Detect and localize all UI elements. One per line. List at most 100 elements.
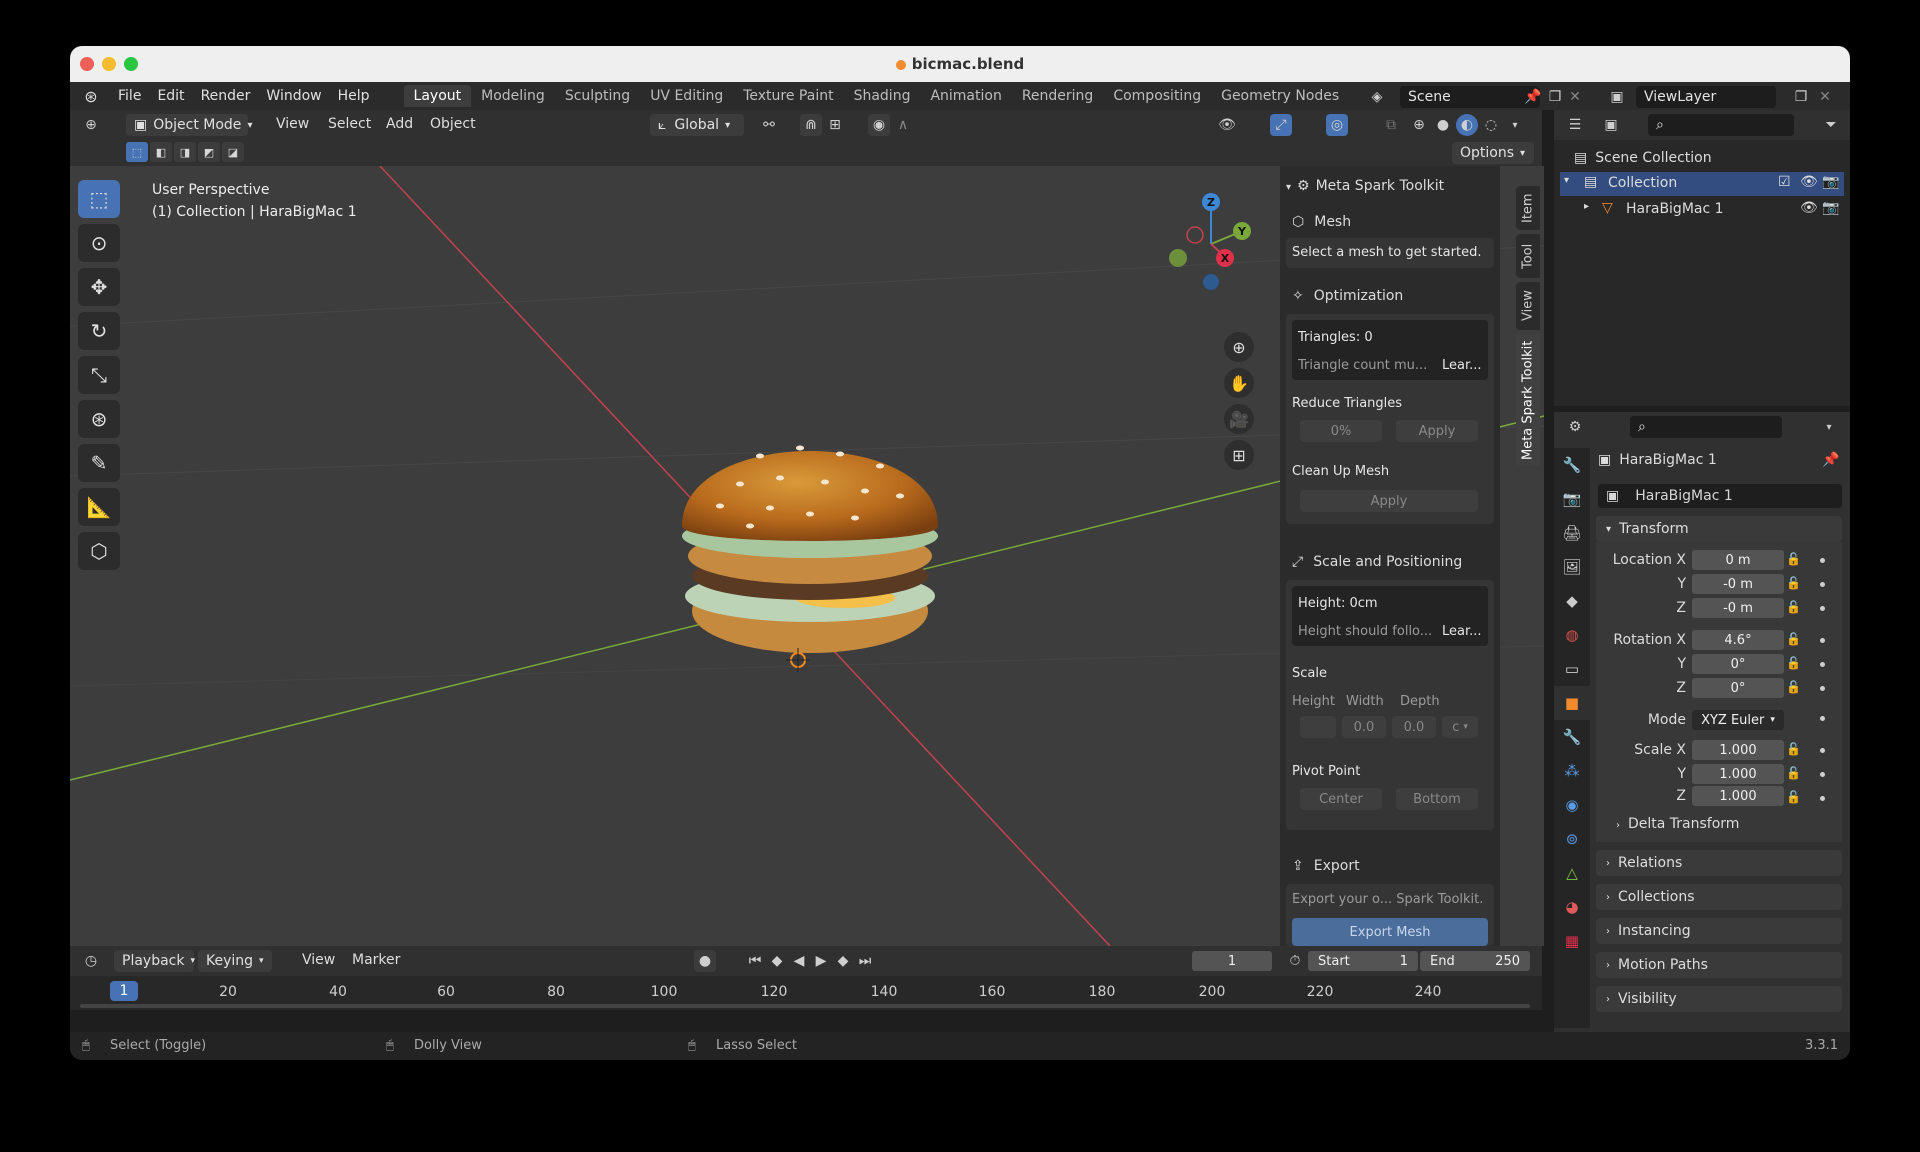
chevron-down-icon[interactable]: ▾ (1818, 416, 1840, 438)
blender-logo-icon[interactable]: ⊛ (80, 85, 102, 107)
select-invert-icon[interactable]: ◩ (198, 142, 220, 162)
keyframe-dot[interactable] (1820, 716, 1825, 721)
lock-icon[interactable]: 🔓 (1786, 790, 1801, 804)
instancing-panel-header[interactable]: › Instancing (1596, 918, 1842, 944)
eye-icon[interactable]: 👁 (1800, 200, 1818, 216)
scale-z-field[interactable]: 1.000 (1692, 786, 1784, 806)
pivot-center-button[interactable]: Center (1300, 788, 1382, 810)
lock-icon[interactable]: 🔓 (1786, 656, 1801, 670)
keyframe-dot[interactable] (1820, 686, 1825, 691)
camera-icon[interactable]: 📷 (1822, 200, 1839, 216)
checkbox-icon[interactable]: ☑ (1778, 174, 1791, 190)
start-frame-field[interactable]: Start 1 (1308, 951, 1418, 971)
tab-shading[interactable]: Shading (844, 85, 921, 107)
select-new-icon[interactable]: ⬚ (126, 142, 148, 162)
lock-icon[interactable]: 🔓 (1786, 576, 1801, 590)
lock-icon[interactable]: 🔓 (1786, 680, 1801, 694)
select-intersect-icon[interactable]: ◪ (222, 142, 244, 162)
burger-mesh[interactable] (650, 396, 970, 696)
outliner-search-input[interactable]: ⌕ (1648, 114, 1794, 136)
rotation-mode-dropdown[interactable]: XYZ Euler ▾ (1692, 710, 1784, 730)
prev-keyframe-icon[interactable]: ◆ (766, 950, 788, 972)
data-tab-icon[interactable]: △ (1554, 856, 1590, 890)
tab-rendering[interactable]: Rendering (1012, 85, 1104, 107)
transform-panel-header[interactable]: ▾ Transform (1596, 516, 1842, 542)
timeline-marker-menu[interactable]: Marker (352, 952, 400, 968)
tab-layout[interactable]: Layout (403, 85, 472, 107)
tab-sculpting[interactable]: Sculpting (555, 85, 640, 107)
zoom-icon[interactable]: ⊕ (1224, 332, 1254, 362)
keyframe-dot[interactable] (1820, 582, 1825, 587)
tab-compositing[interactable]: Compositing (1103, 85, 1211, 107)
camera-view-icon[interactable]: 🎥 (1224, 404, 1254, 434)
rendered-shading-icon[interactable]: ◌ (1480, 114, 1502, 136)
rotation-z-field[interactable]: 0° (1692, 678, 1784, 698)
scene-selector-icon[interactable]: ◈ (1366, 86, 1388, 108)
object-tab-icon[interactable]: ■ (1554, 686, 1590, 720)
end-frame-field[interactable]: End 250 (1420, 951, 1530, 971)
lock-icon[interactable]: 🔓 (1786, 632, 1801, 646)
outliner-scene-collection[interactable]: ▤ Scene Collection (1574, 150, 1712, 166)
mode-dropdown[interactable]: ▣ Object Mode ▾ (126, 114, 252, 136)
menu-view[interactable]: View (276, 116, 309, 132)
menu-window[interactable]: Window (258, 88, 329, 104)
menu-file[interactable]: File (110, 88, 149, 104)
playhead-marker[interactable]: 1 (110, 981, 138, 1001)
timeline-ruler[interactable]: 1 20 40 60 80 100 120 140 160 180 200 22… (70, 976, 1542, 1010)
collections-panel-header[interactable]: › Collections (1596, 884, 1842, 910)
select-subtract-icon[interactable]: ◨ (174, 142, 196, 162)
export-section-header[interactable]: ⇪ Export (1292, 858, 1494, 874)
menu-add[interactable]: Add (386, 116, 413, 132)
scale-width-field[interactable]: 0.0 (1342, 716, 1386, 738)
collection-tab-icon[interactable]: ▭ (1554, 652, 1590, 686)
scale-x-field[interactable]: 1.000 (1692, 740, 1784, 760)
view-layer-field[interactable]: ViewLayer (1636, 86, 1776, 108)
pivot-bottom-button[interactable]: Bottom (1396, 788, 1478, 810)
play-icon[interactable]: ▶ (810, 950, 832, 972)
timeline-type-icon[interactable]: ◷ (80, 950, 102, 972)
filter-icon[interactable]: ⏷ (1820, 114, 1842, 136)
outliner-object-row[interactable]: ▸ ▽ HaraBigMac 1 👁 📷 (1560, 198, 1844, 222)
visibility-panel-header[interactable]: › Visibility (1596, 986, 1842, 1012)
current-frame-field[interactable]: 1 (1192, 951, 1272, 971)
mesh-section-header[interactable]: ⬡ Mesh (1292, 214, 1494, 230)
tab-modeling[interactable]: Modeling (471, 85, 555, 107)
tab-uv-editing[interactable]: UV Editing (640, 85, 733, 107)
ortho-grid-icon[interactable]: ⊞ (1224, 440, 1254, 470)
lock-icon[interactable]: 🔓 (1786, 766, 1801, 780)
particles-tab-icon[interactable]: ⁂ (1554, 754, 1590, 788)
keying-menu[interactable]: Keying ▾ (198, 950, 272, 972)
scale-unit-dropdown[interactable]: c ▾ (1442, 716, 1478, 738)
triangle-learn-link[interactable]: Lear... (1442, 358, 1482, 373)
scale-section-header[interactable]: ⤢ Scale and Positioning (1292, 554, 1494, 570)
transform-tool[interactable]: ⊛ (78, 400, 120, 438)
select-box-tool[interactable]: ⬚ (78, 180, 120, 218)
keyframe-dot[interactable] (1820, 638, 1825, 643)
motion-paths-panel-header[interactable]: › Motion Paths (1596, 952, 1842, 978)
overlay-toggle-icon[interactable]: ◎ (1326, 114, 1348, 136)
scale-y-field[interactable]: 1.000 (1692, 764, 1784, 784)
jump-end-icon[interactable]: ⏭ (854, 950, 876, 972)
rotation-y-field[interactable]: 0° (1692, 654, 1784, 674)
jump-start-icon[interactable]: ⏮ (744, 950, 766, 972)
material-shading-icon[interactable]: ◐ (1456, 114, 1478, 136)
playback-menu[interactable]: Playback ▾ (114, 950, 195, 972)
tab-tool[interactable]: Tool (1516, 234, 1540, 278)
optimization-section-header[interactable]: ✧ Optimization (1292, 288, 1494, 304)
record-icon[interactable]: ● (694, 950, 716, 972)
menu-help[interactable]: Help (330, 88, 378, 104)
timeline-view-menu[interactable]: View (302, 952, 335, 968)
visibility-icon[interactable]: 👁 (1216, 114, 1238, 136)
next-keyframe-icon[interactable]: ◆ (832, 950, 854, 972)
cleanup-apply-button[interactable]: Apply (1300, 490, 1478, 512)
play-reverse-icon[interactable]: ◀ (788, 950, 810, 972)
delta-transform-subpanel[interactable]: › Delta Transform (1616, 816, 1739, 832)
display-mode-icon[interactable]: ▣ (1600, 114, 1622, 136)
world-tab-icon[interactable]: ◍ (1554, 618, 1590, 652)
solid-shading-icon[interactable]: ● (1432, 114, 1454, 136)
camera-icon[interactable]: 📷 (1822, 174, 1839, 190)
add-cube-tool[interactable]: ⬡ (78, 532, 120, 570)
render-tab-icon[interactable]: 📷 (1554, 482, 1590, 516)
lock-icon[interactable]: 🔓 (1786, 742, 1801, 756)
lock-icon[interactable]: 🔓 (1786, 552, 1801, 566)
